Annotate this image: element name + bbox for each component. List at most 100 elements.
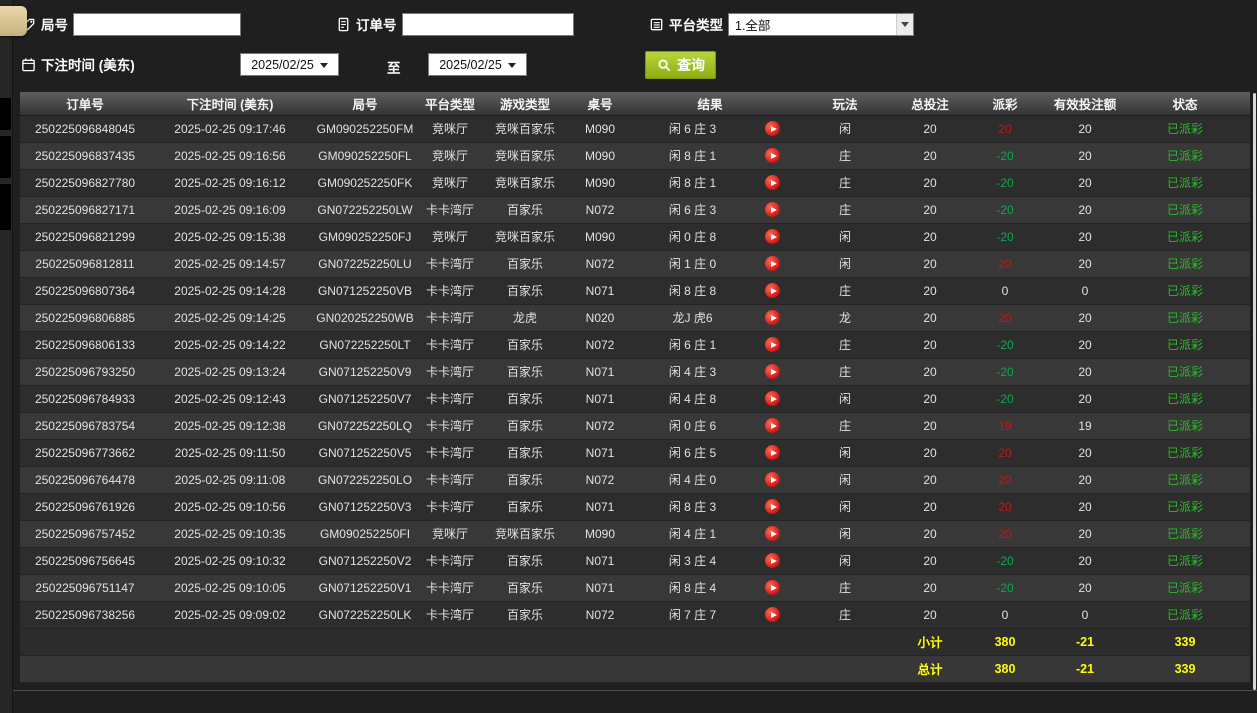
- cell-game-type: 百家乐: [480, 547, 570, 575]
- cell-replay: [755, 547, 791, 575]
- cell-platform: 竞咪厅: [420, 169, 480, 197]
- col-bet-time: 下注时间 (美东): [150, 92, 310, 116]
- cell-game-type: 百家乐: [480, 196, 570, 224]
- document-icon: [335, 16, 351, 32]
- cell-bet-time: 2025-02-25 09:16:12: [150, 169, 310, 197]
- cell-total-bet: 20: [900, 250, 961, 278]
- round-number-input[interactable]: [73, 12, 241, 36]
- scrollbar[interactable]: [1253, 93, 1256, 690]
- play-icon[interactable]: [765, 283, 780, 299]
- play-icon[interactable]: [765, 175, 780, 191]
- table-row: 250225096761926 2025-02-25 09:10:56 GN07…: [20, 493, 1251, 521]
- cell-platform: 卡卡湾厅: [420, 466, 480, 494]
- cell-play: 闲: [790, 493, 901, 521]
- cell-table-no: M090: [570, 142, 630, 170]
- cell-round-id: GN072252250LW: [310, 196, 420, 224]
- cell-platform: 卡卡湾厅: [420, 412, 480, 440]
- play-icon[interactable]: [765, 202, 780, 218]
- cell-replay: [755, 331, 791, 359]
- cell-round-id: GM090252250FJ: [310, 223, 420, 251]
- magnifier-icon: [656, 57, 672, 73]
- play-icon[interactable]: [765, 148, 780, 164]
- table-row: 250225096784933 2025-02-25 09:12:43 GN07…: [20, 385, 1251, 413]
- cell-play: 庄: [790, 412, 901, 440]
- play-icon[interactable]: [765, 526, 780, 542]
- cell-order-id: 250225096738256: [20, 601, 150, 629]
- cell-payout: 0: [960, 277, 1051, 305]
- bet-time-label: 下注时间 (美东): [41, 58, 135, 73]
- sidebar-block: [0, 184, 11, 230]
- cell-platform: 卡卡湾厅: [420, 250, 480, 278]
- play-icon[interactable]: [765, 607, 780, 623]
- play-icon[interactable]: [765, 256, 780, 272]
- cell-total-bet: 20: [900, 466, 961, 494]
- play-icon[interactable]: [765, 391, 780, 407]
- play-triangle: [770, 125, 777, 132]
- cell-status: 已派彩: [1120, 142, 1251, 170]
- play-icon[interactable]: [765, 445, 780, 461]
- cell-payout: -20: [960, 196, 1051, 224]
- date-to-value: 2025/02/25: [439, 57, 502, 72]
- order-number-label: 订单号: [356, 18, 397, 33]
- cell-play: 闲: [790, 250, 901, 278]
- cell-platform: 竞咪厅: [420, 142, 480, 170]
- cell-bet-time: 2025-02-25 09:12:43: [150, 385, 310, 413]
- subtotal-valid-bet: 339: [1120, 628, 1251, 656]
- table-row: 250225096773662 2025-02-25 09:11:50 GN07…: [20, 439, 1251, 467]
- play-icon[interactable]: [765, 580, 780, 596]
- cell-replay: [755, 439, 791, 467]
- cell-bet-time: 2025-02-25 09:10:05: [150, 574, 310, 602]
- cell-payout: -20: [960, 574, 1051, 602]
- subtotal-payout: -21: [1050, 628, 1121, 656]
- cell-bet-time: 2025-02-25 09:09:02: [150, 601, 310, 629]
- table-row: 250225096806885 2025-02-25 09:14:25 GN02…: [20, 304, 1251, 332]
- cell-payout: -20: [960, 142, 1051, 170]
- cell-round-id: GN072252250LU: [310, 250, 420, 278]
- play-icon[interactable]: [765, 364, 780, 380]
- cell-result: 闲 4 庄 0: [630, 466, 755, 494]
- cell-order-id: 250225096806133: [20, 331, 150, 359]
- play-icon[interactable]: [765, 553, 780, 569]
- cell-game-type: 竞咪百家乐: [480, 169, 570, 197]
- play-icon[interactable]: [765, 418, 780, 434]
- cell-replay: [755, 169, 791, 197]
- cell-result: 闲 0 庄 8: [630, 223, 755, 251]
- cell-replay: [755, 466, 791, 494]
- date-to-button[interactable]: 2025/02/25: [428, 53, 527, 76]
- order-number-input[interactable]: [401, 12, 574, 36]
- play-icon[interactable]: [765, 472, 780, 488]
- cell-replay: [755, 250, 791, 278]
- cell-platform: 卡卡湾厅: [420, 196, 480, 224]
- play-icon[interactable]: [765, 499, 780, 515]
- cell-table-no: N072: [570, 601, 630, 629]
- play-icon[interactable]: [765, 229, 780, 245]
- search-button[interactable]: 查询: [645, 51, 716, 79]
- play-icon[interactable]: [765, 121, 780, 137]
- cell-game-type: 百家乐: [480, 601, 570, 629]
- date-from-button[interactable]: 2025/02/25: [240, 53, 339, 76]
- cell-payout: 20: [960, 493, 1051, 521]
- cell-valid-bet: 20: [1050, 223, 1121, 251]
- play-icon[interactable]: [765, 337, 780, 353]
- table-body: 250225096848045 2025-02-25 09:17:46 GM09…: [20, 115, 1251, 629]
- cell-status: 已派彩: [1120, 601, 1251, 629]
- cell-payout: 20: [960, 439, 1051, 467]
- play-icon[interactable]: [765, 310, 780, 326]
- sidebar-toggle-tab[interactable]: [0, 6, 27, 36]
- cell-round-id: GN020252250WB: [310, 304, 420, 332]
- cell-total-bet: 20: [900, 169, 961, 197]
- cell-table-no: M090: [570, 115, 630, 143]
- cell-payout: -20: [960, 223, 1051, 251]
- cell-payout: -20: [960, 547, 1051, 575]
- cell-table-no: N072: [570, 196, 630, 224]
- cell-round-id: GN071252250V9: [310, 358, 420, 386]
- cell-game-type: 百家乐: [480, 358, 570, 386]
- platform-type-select[interactable]: 1.全部: [728, 12, 914, 36]
- cell-payout: 20: [960, 304, 1051, 332]
- cell-platform: 卡卡湾厅: [420, 574, 480, 602]
- col-play: 玩法: [790, 92, 901, 116]
- total-valid-bet: 339: [1120, 655, 1251, 683]
- cell-replay: [755, 277, 791, 305]
- cell-bet-time: 2025-02-25 09:13:24: [150, 358, 310, 386]
- subtotal-spacer: [20, 628, 901, 656]
